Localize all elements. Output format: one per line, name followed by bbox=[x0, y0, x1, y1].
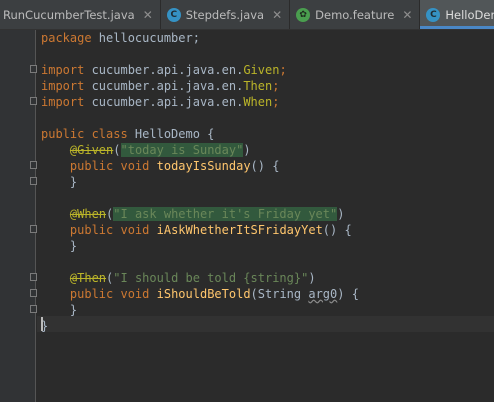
code-line: public void todayIsSunday() { bbox=[41, 158, 494, 174]
java-class-icon: C bbox=[166, 7, 181, 22]
code-line: import cucumber.api.java.en.When; bbox=[41, 94, 494, 110]
code-line: } bbox=[41, 238, 494, 254]
annotation: @Then bbox=[69, 271, 107, 285]
fold-marker-icon[interactable] bbox=[30, 225, 37, 233]
method-params: () { bbox=[250, 159, 280, 173]
ide-window: RunCucumberTest.java ✕ C Stepdefs.java ✕… bbox=[0, 0, 494, 402]
close-icon[interactable]: ✕ bbox=[143, 8, 153, 22]
step-string: "I should be told {string}" bbox=[113, 271, 309, 285]
semicolon: ; bbox=[279, 63, 287, 77]
tab-label: RunCucumberTest.java bbox=[3, 7, 135, 22]
code-line: } bbox=[41, 318, 494, 334]
tab-demo-feature[interactable]: ✿ Demo.feature ✕ bbox=[290, 0, 421, 29]
text-caret bbox=[41, 317, 43, 331]
package-name: hellocucumber; bbox=[91, 31, 200, 45]
annotation: @Given bbox=[69, 143, 114, 157]
closing-brace: } bbox=[69, 303, 78, 317]
fold-marker-icon[interactable] bbox=[30, 65, 37, 73]
keyword: package bbox=[41, 31, 92, 45]
keyword: public void bbox=[69, 287, 150, 301]
method-name: iAskWhetherItSFridayYet bbox=[156, 223, 323, 237]
step-string: "I ask whether it's Friday yet" bbox=[113, 207, 338, 221]
annotation: @When bbox=[69, 207, 107, 221]
close-icon[interactable]: ✕ bbox=[402, 8, 412, 22]
keyword: public void bbox=[69, 223, 150, 237]
fold-marker-icon[interactable] bbox=[30, 305, 37, 313]
method-params: ) { bbox=[337, 287, 359, 301]
import-path: cucumber.api.java.en. bbox=[84, 63, 244, 77]
import-path: cucumber.api.java.en. bbox=[84, 79, 244, 93]
tab-label: HelloDemo.java bbox=[445, 7, 494, 22]
code-line: } bbox=[41, 302, 494, 318]
param-name: arg0 bbox=[308, 287, 338, 301]
tab-hello-demo[interactable]: C HelloDemo.java bbox=[420, 0, 494, 29]
code-line: @Given("today is Sunday") bbox=[69, 143, 251, 157]
code-line: public class HelloDemo { bbox=[41, 126, 494, 142]
step-string: "today is Sunday" bbox=[120, 143, 244, 157]
code-line: public void iAskWhetherItSFridayYet() { bbox=[41, 222, 494, 238]
tab-stepdefs[interactable]: C Stepdefs.java ✕ bbox=[161, 0, 291, 29]
method-name: todayIsSunday bbox=[156, 159, 251, 173]
method-params: () { bbox=[322, 223, 352, 237]
editor-tab-bar: RunCucumberTest.java ✕ C Stepdefs.java ✕… bbox=[0, 0, 494, 30]
semicolon: ; bbox=[272, 79, 280, 93]
fold-marker-icon[interactable] bbox=[30, 177, 37, 185]
tab-label: Stepdefs.java bbox=[185, 7, 265, 22]
class-name: HelloDemo { bbox=[127, 127, 215, 141]
cucumber-icon: ✿ bbox=[296, 7, 311, 22]
code-editor[interactable]: package hellocucumber; import cucumber.a… bbox=[41, 30, 494, 334]
fold-marker-icon[interactable] bbox=[30, 161, 37, 169]
import-name: When bbox=[243, 95, 273, 109]
keyword: import bbox=[41, 95, 85, 109]
keyword: import bbox=[41, 79, 85, 93]
code-line: @Then("I should be told {string}") bbox=[69, 271, 316, 285]
semicolon: ; bbox=[272, 95, 280, 109]
code-line: } bbox=[41, 174, 494, 190]
code-line: @When("I ask whether it's Friday yet") bbox=[69, 207, 345, 221]
fold-marker-icon[interactable] bbox=[30, 97, 37, 105]
java-class-icon: C bbox=[426, 7, 441, 22]
close-icon[interactable]: ✕ bbox=[272, 8, 282, 22]
fold-marker-icon[interactable] bbox=[30, 273, 37, 281]
keyword: public class bbox=[41, 127, 128, 141]
param-type: (String bbox=[250, 287, 309, 301]
code-line: public void iShouldBeTold(String arg0) { bbox=[41, 286, 494, 302]
tab-run-cucumber-test[interactable]: RunCucumberTest.java ✕ bbox=[0, 0, 161, 29]
keyword: public void bbox=[69, 159, 150, 173]
code-line: import cucumber.api.java.en.Given; bbox=[41, 62, 494, 78]
code-line: import cucumber.api.java.en.Then; bbox=[41, 78, 494, 94]
fold-marker-icon[interactable] bbox=[30, 289, 37, 297]
keyword: import bbox=[41, 63, 85, 77]
editor-gutter bbox=[0, 30, 37, 402]
import-name: Then bbox=[243, 79, 273, 93]
import-name: Given bbox=[243, 63, 280, 77]
import-path: cucumber.api.java.en. bbox=[84, 95, 244, 109]
closing-brace: } bbox=[69, 239, 78, 253]
tab-label: Demo.feature bbox=[315, 7, 395, 22]
method-name: iShouldBeTold bbox=[156, 287, 251, 301]
code-line: package hellocucumber; bbox=[41, 30, 494, 46]
closing-brace: } bbox=[69, 175, 78, 189]
